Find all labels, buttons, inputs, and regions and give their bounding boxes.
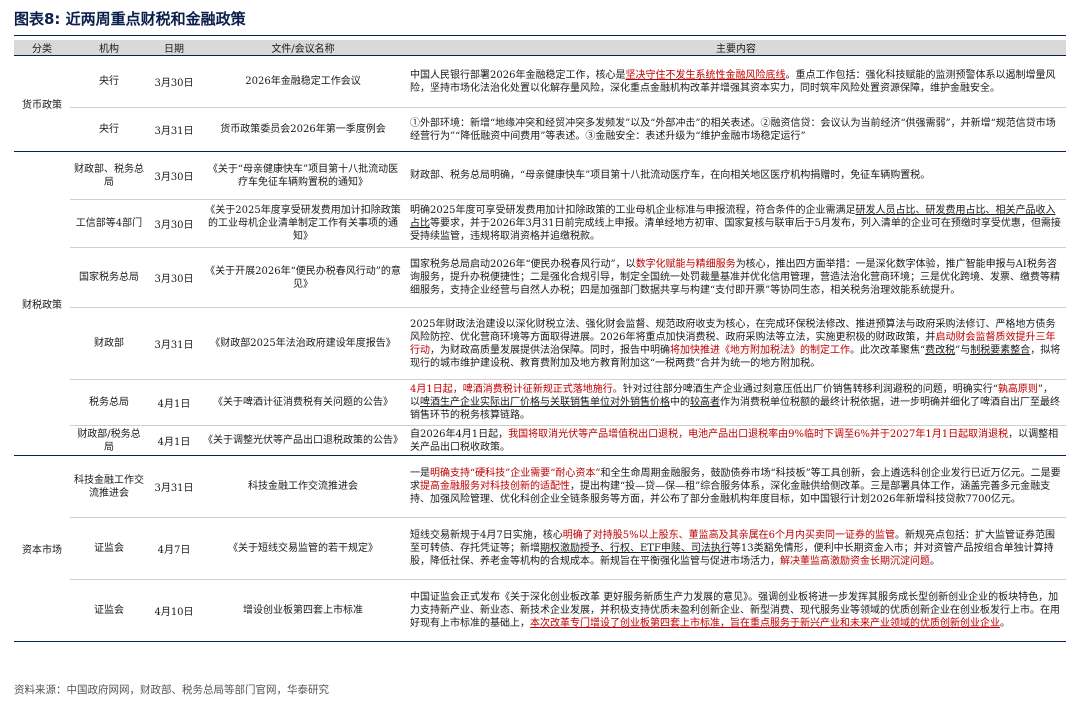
- doc-cell: 《关于“母亲健康快车”项目第十八批流动医疗车免征车辆购置税的通知》: [200, 151, 406, 200]
- org-cell: 央行: [70, 107, 148, 152]
- date-cell: 3月30日: [148, 55, 200, 108]
- org-cell: 税务总局: [70, 379, 148, 426]
- table-row: 财政部 3月31日 《财政部2025年法治政府建设年度报告》 2025年财政法治…: [14, 307, 1066, 380]
- content-cell: 短线交易新规于4月7日实施，核心明确了对持股5%以上股东、董监高及其亲属在6个月…: [406, 517, 1066, 580]
- table-row: 货币政策 央行 3月30日 2026年金融稳定工作会议 中国人民银行部署2026…: [14, 55, 1066, 152]
- content-cell: ①外部环境：新增“地缘冲突和经贸冲突多发频发”以及“外部冲击”的相关表述。②融资…: [406, 107, 1066, 152]
- org-cell: 工信部等4部门: [70, 199, 148, 248]
- date-cell: 4月7日: [148, 517, 200, 580]
- content-cell: 自2026年4月1日起，我国将取消光伏等产品增值税出口退税，电池产品出口退税率由…: [406, 425, 1066, 456]
- org-cell: 证监会: [70, 579, 148, 642]
- doc-cell: 科技金融工作交流推进会: [200, 455, 406, 518]
- org-cell: 科技金融工作交流推进会: [70, 455, 148, 518]
- source-note: 资料来源：中国政府网网，财政部、税务总局等部门官网，华泰研究: [14, 684, 329, 696]
- org-cell: 证监会: [70, 517, 148, 580]
- header-content: 主要内容: [406, 40, 1066, 56]
- org-cell: 财政部、税务总局: [70, 151, 148, 200]
- doc-cell: 2026年金融稳定工作会议: [200, 55, 406, 108]
- content-cell: 财政部、税务总局明确，“母亲健康快车”项目第十八批流动医疗车，在向相关地区医疗机…: [406, 151, 1066, 200]
- org-cell: 财政部: [70, 307, 148, 380]
- header-category: 分类: [14, 40, 70, 56]
- content-cell: 一是明确支持“硬科技”企业需要“耐心资本”和全生命周期金融服务，鼓励债券市场“科…: [406, 455, 1066, 518]
- table-row: 税务总局 4月1日 《关于啤酒计征消费税有关问题的公告》 4月1日起，啤酒消费税…: [14, 379, 1066, 426]
- category-cell: 财税政策: [14, 151, 70, 456]
- table-row: 财政部/税务总局 4月1日 《关于调整光伏等产品出口退税政策的公告》 自2026…: [14, 425, 1066, 456]
- doc-cell: 增设创业板第四套上市标准: [200, 579, 406, 642]
- org-cell: 财政部/税务总局: [70, 425, 148, 456]
- table-row: 央行 3月31日 货币政策委员会2026年第一季度例会 ①外部环境：新增“地缘冲…: [14, 107, 1066, 152]
- date-cell: 4月1日: [148, 425, 200, 456]
- category-cell: 资本市场: [14, 455, 70, 642]
- doc-cell: 《关于2025年度享受研发费用加计扣除政策的工业母机企业清单制定工作有关事项的通…: [200, 199, 406, 248]
- content-cell: 中国证监会正式发布《关于深化创业板改革 更好服务新质生产力发展的意见》。强调创业…: [406, 579, 1066, 642]
- content-cell: 2025年财政法治建设以深化财税立法、强化财会监督、规范政府收支为核心，在完成环…: [406, 307, 1066, 380]
- content-cell: 4月1日起，啤酒消费税计征新规正式落地施行。针对过往部分啤酒生产企业通过刻意压低…: [406, 379, 1066, 426]
- table-row: 财税政策 财政部、税务总局 3月30日 《关于“母亲健康快车”项目第十八批流动医…: [14, 151, 1066, 456]
- date-cell: 3月31日: [148, 455, 200, 518]
- date-cell: 3月30日: [148, 247, 200, 308]
- table-header: 分类 机构 日期 文件/会议名称 主要内容: [14, 40, 1066, 56]
- doc-cell: 《财政部2025年法治政府建设年度报告》: [200, 307, 406, 380]
- date-cell: 4月1日: [148, 379, 200, 426]
- date-cell: 4月10日: [148, 579, 200, 642]
- date-cell: 3月30日: [148, 199, 200, 248]
- date-cell: 3月30日: [148, 151, 200, 200]
- table-row: 证监会 4月7日 《关于短线交易监管的若干规定》 短线交易新规于4月7日实施，核…: [14, 517, 1066, 580]
- title-bar: 图表8: 近两周重点财税和金融政策: [14, 6, 1066, 36]
- org-cell: 央行: [70, 55, 148, 108]
- doc-cell: 《关于啤酒计征消费税有关问题的公告》: [200, 379, 406, 426]
- header-date: 日期: [148, 40, 200, 56]
- doc-cell: 《关于短线交易监管的若干规定》: [200, 517, 406, 580]
- doc-cell: 货币政策委员会2026年第一季度例会: [200, 107, 406, 152]
- org-cell: 国家税务总局: [70, 247, 148, 308]
- header-doc: 文件/会议名称: [200, 40, 406, 56]
- table-row: 国家税务总局 3月30日 《关于开展2026年“便民办税春风行动”的意见》 国家…: [14, 247, 1066, 308]
- header-org: 机构: [70, 40, 148, 56]
- table-row: 资本市场 科技金融工作交流推进会 3月31日 科技金融工作交流推进会 一是明确支…: [14, 455, 1066, 642]
- content-cell: 中国人民银行部署2026年金融稳定工作，核心是坚决守住不发生系统性金融风险底线。…: [406, 55, 1066, 108]
- content-cell: 明确2025年度可享受研发费用加计扣除政策的工业母机企业标准与申报流程，符合条件…: [406, 199, 1066, 248]
- table-row: 工信部等4部门 3月30日 《关于2025年度享受研发费用加计扣除政策的工业母机…: [14, 199, 1066, 248]
- doc-cell: 《关于开展2026年“便民办税春风行动”的意见》: [200, 247, 406, 308]
- category-cell: 货币政策: [14, 55, 70, 152]
- table-row: 证监会 4月10日 增设创业板第四套上市标准 中国证监会正式发布《关于深化创业板…: [14, 579, 1066, 642]
- doc-cell: 《关于调整光伏等产品出口退税政策的公告》: [200, 425, 406, 456]
- date-cell: 3月31日: [148, 107, 200, 152]
- date-cell: 3月31日: [148, 307, 200, 380]
- title-divider: [14, 35, 1066, 36]
- policy-table: 分类 机构 日期 文件/会议名称 主要内容 货币政策 央行 3月30日 2026…: [14, 40, 1066, 642]
- content-cell: 国家税务总局启动2026年“便民办税春风行动”，以数字化赋能与精细服务为核心，推…: [406, 247, 1066, 308]
- page-title: 图表8: 近两周重点财税和金融政策: [14, 10, 246, 28]
